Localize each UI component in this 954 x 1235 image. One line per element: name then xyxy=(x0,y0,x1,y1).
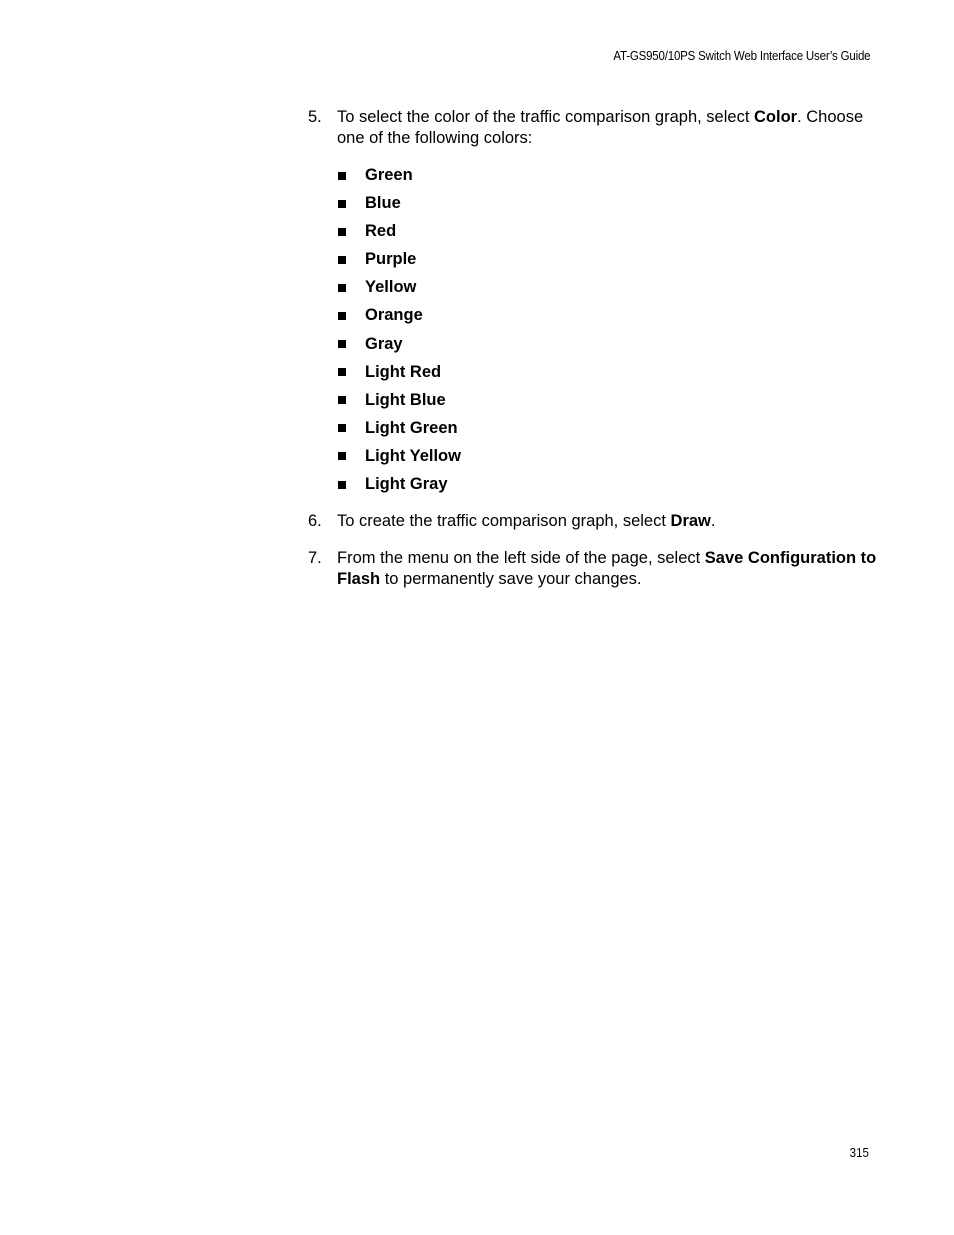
step-number: 6. xyxy=(308,512,322,531)
step-text: From the menu on the left side of the pa… xyxy=(337,548,878,590)
square-bullet-icon xyxy=(338,227,346,236)
square-bullet-icon xyxy=(338,171,346,180)
square-bullet-icon xyxy=(338,424,346,433)
step-5: 5. To select the color of the traffic co… xyxy=(308,107,878,149)
color-option-label: Light Yellow xyxy=(365,446,461,465)
list-item: Light Yellow xyxy=(337,446,878,467)
step-text-before: To create the traffic comparison graph, … xyxy=(337,512,671,531)
list-item: Gray xyxy=(337,334,878,355)
square-bullet-icon xyxy=(338,311,346,320)
step-text-after: . xyxy=(710,512,716,531)
color-option-label: Yellow xyxy=(365,278,417,297)
square-bullet-icon xyxy=(338,283,346,292)
step-text-before: From the menu on the left side of the pa… xyxy=(337,549,705,568)
ui-term-color: Color xyxy=(754,108,798,126)
color-option-label: Blue xyxy=(365,194,401,213)
step-number: 5. xyxy=(308,108,322,126)
color-option-label: Light Red xyxy=(365,362,442,381)
square-bullet-icon xyxy=(338,480,346,489)
step-number: 7. xyxy=(308,549,322,568)
step-text: To select the color of the traffic compa… xyxy=(337,107,878,149)
square-bullet-icon xyxy=(338,368,346,377)
color-option-label: Purple xyxy=(365,250,417,269)
list-item: Red xyxy=(337,221,878,242)
step-text: To create the traffic comparison graph, … xyxy=(337,511,878,532)
list-item: Yellow xyxy=(337,277,878,298)
ui-term-draw: Draw xyxy=(670,512,711,531)
square-bullet-icon xyxy=(338,340,346,349)
color-option-label: Red xyxy=(365,222,397,241)
color-option-label: Light Green xyxy=(365,418,458,437)
step-7: 7. From the menu on the left side of the… xyxy=(308,548,878,590)
step-6: 6. To create the traffic comparison grap… xyxy=(308,511,878,532)
list-item: Light Green xyxy=(337,418,878,439)
list-item: Purple xyxy=(337,249,878,270)
running-header: AT-GS950/10PS Switch Web Interface User’… xyxy=(612,49,870,63)
list-item: Light Blue xyxy=(337,390,878,411)
list-item: Light Gray xyxy=(337,474,878,495)
color-options-list: Green Blue Red Purple Yellow Orange Gray… xyxy=(337,165,878,495)
list-item: Orange xyxy=(337,305,878,326)
list-item: Blue xyxy=(337,193,878,214)
square-bullet-icon xyxy=(338,199,346,208)
square-bullet-icon xyxy=(338,396,346,405)
color-option-label: Gray xyxy=(365,334,403,353)
square-bullet-icon xyxy=(338,255,346,264)
color-option-label: Light Gray xyxy=(365,475,448,494)
step-text-before: To select the color of the traffic compa… xyxy=(337,108,754,126)
page-number: 315 xyxy=(849,1146,869,1160)
color-option-label: Light Blue xyxy=(365,390,446,409)
list-item: Green xyxy=(337,165,878,186)
page-content: 5. To select the color of the traffic co… xyxy=(308,107,878,590)
list-item: Light Red xyxy=(337,362,878,383)
square-bullet-icon xyxy=(338,452,346,461)
color-option-label: Orange xyxy=(365,306,423,325)
step-text-after: to permanently save your changes. xyxy=(380,570,642,589)
color-option-label: Green xyxy=(365,166,413,184)
